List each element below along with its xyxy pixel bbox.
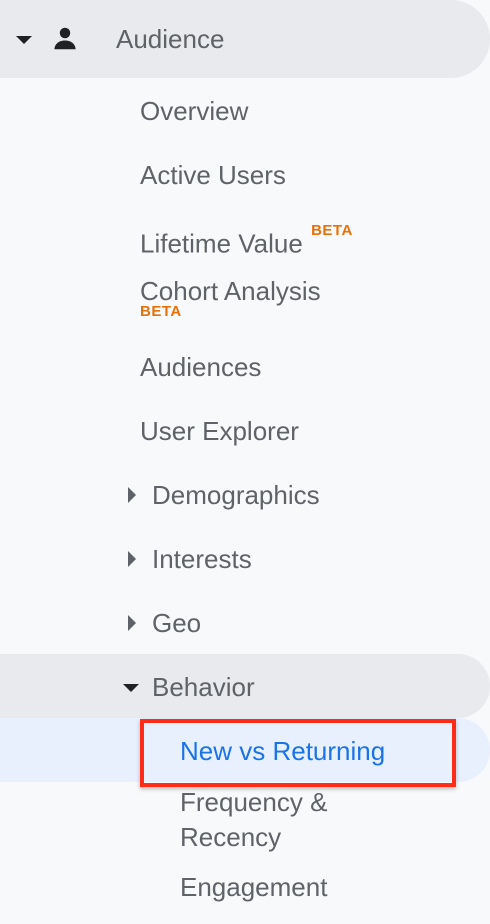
- frequency-recency-item-line-2[interactable]: Recency: [180, 820, 490, 854]
- chevron-right-icon[interactable]: [128, 551, 136, 567]
- audience-title: Audience: [116, 24, 225, 54]
- chevron-right-icon[interactable]: [128, 615, 136, 631]
- frequency-recency-item-line-1[interactable]: Frequency &: [180, 785, 490, 819]
- beta-badge: BETA: [140, 303, 182, 320]
- audience-navigation: Audience Overview Active Users Lifetime …: [0, 0, 490, 924]
- user-explorer-item[interactable]: User Explorer: [140, 414, 490, 448]
- chevron-down-icon[interactable]: [16, 36, 32, 44]
- cohort-analysis-item[interactable]: Cohort Analysis: [140, 274, 490, 308]
- active-users-item[interactable]: Active Users: [140, 158, 490, 192]
- highlight-box: [140, 719, 456, 787]
- overview-item[interactable]: Overview: [140, 94, 490, 128]
- behavior-item: Behavior: [152, 672, 255, 702]
- audience-section-header[interactable]: Audience: [0, 0, 490, 78]
- behavior-section[interactable]: Behavior: [0, 654, 490, 718]
- lifetime-value-item[interactable]: Lifetime Value BETA: [140, 222, 490, 261]
- interests-item[interactable]: Interests: [152, 542, 490, 576]
- chevron-right-icon[interactable]: [128, 487, 136, 503]
- geo-item[interactable]: Geo: [152, 606, 490, 640]
- engagement-item[interactable]: Engagement: [180, 870, 490, 904]
- person-icon: [54, 27, 76, 50]
- beta-badge: BETA: [311, 222, 353, 239]
- audiences-item[interactable]: Audiences: [140, 350, 490, 384]
- chevron-down-icon[interactable]: [123, 684, 139, 692]
- demographics-item[interactable]: Demographics: [152, 478, 490, 512]
- lifetime-value-label: Lifetime Value: [140, 228, 303, 259]
- cohort-analysis-label: Cohort Analysis: [140, 276, 321, 306]
